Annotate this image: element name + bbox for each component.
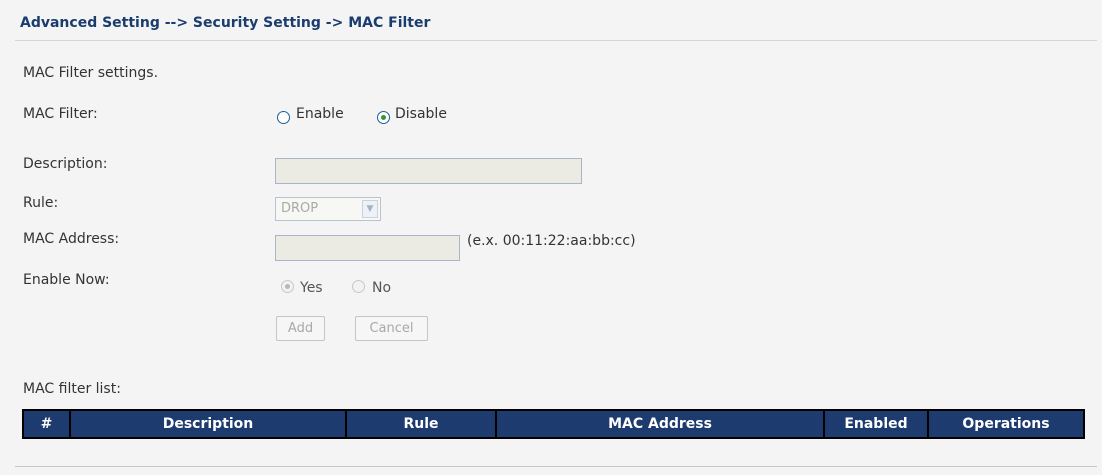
column-header-index: # (24, 411, 69, 437)
enable-now-no-radio[interactable] (352, 280, 365, 293)
breadcrumb-divider (15, 40, 1097, 41)
enable-now-yes-label[interactable]: Yes (300, 280, 323, 296)
description-field[interactable] (275, 158, 582, 184)
bottom-divider (15, 466, 1097, 467)
rule-select-value: DROP (281, 201, 319, 216)
rule-label: Rule: (23, 195, 59, 211)
rule-select[interactable]: DROP ▼ (275, 197, 381, 221)
column-header-rule: Rule (347, 411, 495, 437)
chevron-down-icon: ▼ (362, 200, 378, 218)
mac-filter-enable-radio[interactable] (277, 111, 290, 124)
column-header-description: Description (71, 411, 345, 437)
mac-address-field[interactable] (275, 235, 460, 261)
breadcrumb: Advanced Setting --> Security Setting ->… (20, 15, 431, 31)
enable-now-label: Enable Now: (23, 272, 110, 288)
description-label: Description: (23, 156, 108, 172)
column-header-operations: Operations (929, 411, 1083, 437)
mac-filter-enable-label[interactable]: Enable (296, 106, 344, 122)
mac-filter-disable-radio[interactable] (377, 111, 390, 124)
column-header-enabled: Enabled (825, 411, 927, 437)
enable-now-no-label[interactable]: No (372, 280, 391, 296)
cancel-button[interactable]: Cancel (355, 316, 428, 341)
mac-address-hint: (e.x. 00:11:22:aa:bb:cc) (467, 233, 636, 249)
section-title: MAC Filter settings. (23, 65, 159, 81)
mac-filter-label: MAC Filter: (23, 106, 98, 122)
mac-filter-list-label: MAC filter list: (23, 381, 121, 397)
enable-now-yes-radio[interactable] (281, 280, 294, 293)
add-button[interactable]: Add (276, 316, 325, 341)
mac-filter-disable-label[interactable]: Disable (395, 106, 447, 122)
column-header-mac-address: MAC Address (497, 411, 823, 437)
mac-address-label: MAC Address: (23, 231, 120, 247)
mac-filter-table-header: # Description Rule MAC Address Enabled O… (22, 409, 1085, 439)
